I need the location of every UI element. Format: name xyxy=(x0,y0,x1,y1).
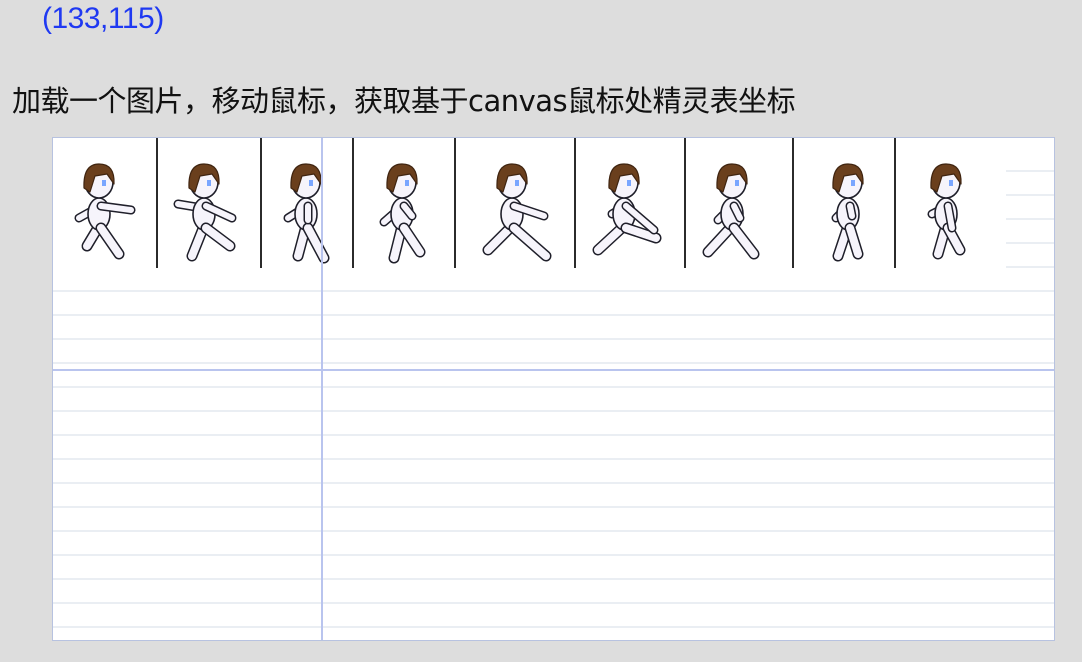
mouse-coordinates-readout: (133,115) xyxy=(42,2,164,35)
running-figure-icon xyxy=(74,163,136,260)
running-figure-icon xyxy=(831,163,864,262)
sprite-frame-6 xyxy=(576,138,684,268)
crosshair-horizontal-line xyxy=(53,369,1054,371)
running-figure-icon xyxy=(283,163,330,264)
sprite-frame-5 xyxy=(456,138,574,268)
running-figure-icon xyxy=(482,163,552,262)
running-figure-icon xyxy=(702,163,760,260)
sprite-frame-3 xyxy=(262,138,352,268)
sprite-frame-8 xyxy=(794,138,894,268)
running-figure-icon xyxy=(173,163,237,262)
sprite-sheet-image xyxy=(53,138,1054,268)
running-figure-icon xyxy=(379,163,426,264)
sprite-canvas[interactable] xyxy=(52,137,1055,641)
sprite-frame-9 xyxy=(896,138,1006,268)
sprite-frame-4 xyxy=(354,138,454,268)
running-figure-icon xyxy=(592,163,662,256)
page-title: 加载一个图片，移动鼠标，获取基于canvas鼠标处精灵表坐标 xyxy=(12,84,796,118)
sprite-frame-2 xyxy=(158,138,260,268)
sprite-frame-1 xyxy=(53,138,156,268)
running-figure-icon xyxy=(927,163,966,260)
crosshair-vertical-line xyxy=(321,138,323,640)
sprite-frame-7 xyxy=(686,138,792,268)
